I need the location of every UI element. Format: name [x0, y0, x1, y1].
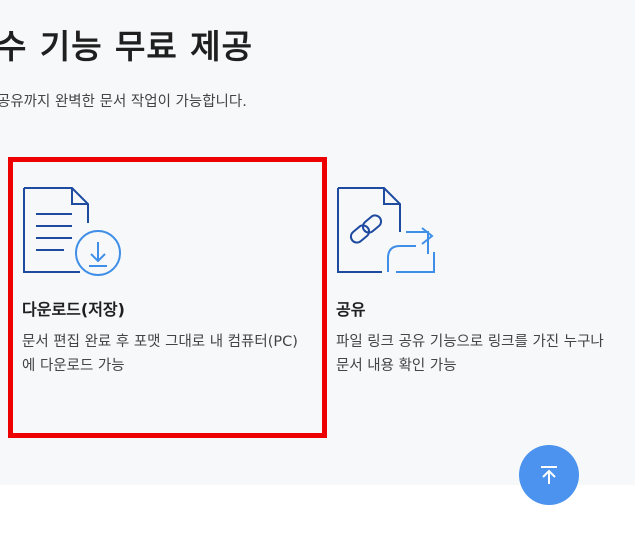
document-link-share-icon — [337, 187, 435, 273]
feature-description: 파일 링크 공유 기능으로 링크를 가진 누구나 문서 내용 확인 가능 — [336, 334, 604, 374]
scroll-to-top-button[interactable] — [519, 445, 579, 505]
arrow-up-icon — [541, 466, 557, 484]
feature-title: 공유 — [336, 300, 366, 319]
highlight-box — [8, 157, 327, 438]
features-section: 수 기능 무료 제공 공유까지 완벽한 문서 작업이 가능합니다. 다운로드(저… — [0, 0, 635, 485]
section-headline: 수 기능 무료 제공 — [0, 27, 253, 66]
section-subline: 공유까지 완벽한 문서 작업이 가능합니다. — [0, 94, 247, 110]
feature-card-share: 공유 파일 링크 공유 기능으로 링크를 가진 누구나 문서 내용 확인 가능 — [336, 186, 635, 378]
